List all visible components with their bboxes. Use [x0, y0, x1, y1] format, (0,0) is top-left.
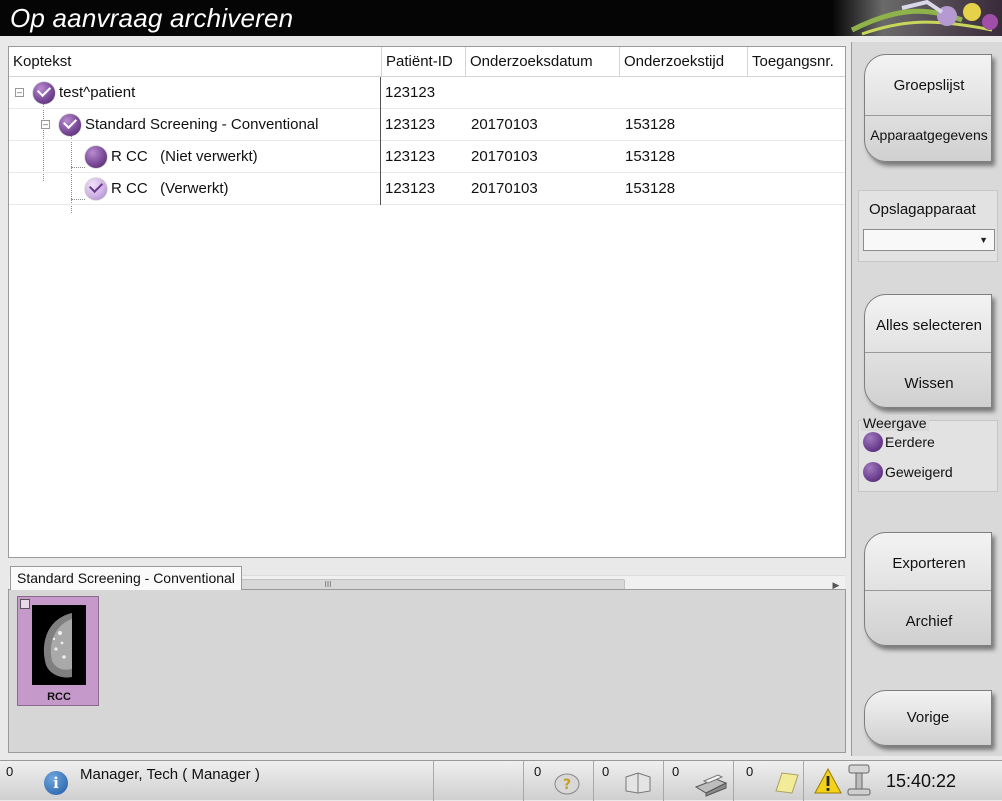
chevron-down-icon[interactable]: ▼: [979, 235, 988, 245]
purple-orb-icon: [863, 432, 883, 452]
status-count: 0: [672, 764, 680, 779]
row-date: 20170103: [471, 148, 538, 165]
status-count: 0: [6, 764, 14, 779]
export-button[interactable]: Exporteren: [865, 555, 991, 572]
status-help-cell[interactable]: 0 ?: [524, 761, 594, 801]
status-empty-cell: [434, 761, 524, 801]
checked-purple-orb-icon[interactable]: [33, 82, 55, 104]
status-notes-cell[interactable]: 0: [734, 761, 804, 801]
legend-item-previous: Eerdere: [863, 431, 935, 453]
table-header: Koptekst Patiënt-ID Onderzoeksdatum Onde…: [9, 47, 845, 77]
row-label: R CC (Verwerkt): [111, 180, 229, 197]
view-label: Weergave: [861, 415, 929, 431]
checked-light-orb-icon[interactable]: [85, 178, 107, 200]
legend-label: Eerdere: [885, 434, 935, 450]
image-thumbnail[interactable]: RCC: [17, 596, 99, 706]
checked-purple-orb-icon[interactable]: [59, 114, 81, 136]
previous-button[interactable]: Vorige: [864, 690, 992, 746]
status-bar: 0 i Manager, Tech ( Manager ) 0 ? 0 0 0: [0, 760, 1002, 801]
table-row[interactable]: – test^patient 123123: [9, 77, 845, 109]
row-label: R CC (Niet verwerkt): [111, 148, 258, 165]
mammogram-image-icon: [32, 605, 86, 685]
column-header-patient-id[interactable]: Patiënt-ID: [381, 47, 465, 77]
storage-device-group: Opslagapparaat ▼: [858, 190, 998, 262]
collapse-icon[interactable]: –: [41, 120, 50, 129]
media-book-icon: [625, 772, 651, 794]
purple-orb-icon[interactable]: [85, 146, 107, 168]
archive-tree-table: Koptekst Patiënt-ID Onderzoeksdatum Onde…: [8, 46, 846, 593]
row-time: 153128: [625, 180, 676, 197]
row-patient-id: 123123: [385, 180, 436, 197]
thumbnail-panel: RCC: [8, 589, 846, 753]
storage-device-label: Opslagapparaat: [869, 201, 976, 218]
status-count: 0: [746, 764, 754, 779]
row-time: 153128: [625, 148, 676, 165]
legend-item-rejected: Geweigerd: [863, 461, 953, 483]
current-user: Manager, Tech ( Manager ): [80, 766, 260, 783]
printer-icon: [694, 774, 728, 797]
svg-text:?: ?: [563, 777, 571, 793]
selection-button-group: Alles selecteren Wissen: [864, 294, 992, 408]
status-media-cell[interactable]: 0: [594, 761, 664, 801]
export-button-group: Exporteren Archief: [864, 532, 992, 646]
group-list-button[interactable]: Groepslijst: [865, 77, 991, 94]
select-all-button[interactable]: Alles selecteren: [865, 317, 991, 334]
button-divider: [865, 115, 991, 116]
status-printer-cell[interactable]: 0: [664, 761, 734, 801]
tab-study[interactable]: Standard Screening - Conventional: [10, 566, 242, 590]
row-date: 20170103: [471, 180, 538, 197]
status-user-cell: 0 i Manager, Tech ( Manager ): [0, 761, 434, 801]
column-divider: [380, 77, 381, 205]
status-count: 0: [534, 764, 542, 779]
storage-device-select[interactable]: ▼: [863, 229, 995, 251]
status-count: 0: [602, 764, 610, 779]
side-panel: Groepslijst Apparaatgegevens Opslagappar…: [851, 42, 1002, 756]
purple-orb-icon: [863, 462, 883, 482]
help-disc-icon: ?: [554, 773, 580, 795]
row-patient-id: 123123: [385, 148, 436, 165]
device-data-button[interactable]: Apparaatgegevens: [865, 127, 991, 143]
warning-icon[interactable]: [814, 767, 842, 795]
collapse-icon[interactable]: –: [15, 88, 24, 97]
info-icon[interactable]: i: [44, 771, 68, 795]
row-time: 153128: [625, 116, 676, 133]
window-title: Op aanvraag archiveren: [10, 3, 294, 33]
table-row[interactable]: R CC (Niet verwerkt) 123123 20170103 153…: [9, 141, 845, 173]
column-header-accession[interactable]: Toegangsnr.: [747, 47, 845, 77]
thumbnail-checkbox[interactable]: [20, 599, 30, 609]
column-header-koptekst[interactable]: Koptekst: [9, 47, 381, 77]
note-icon: [775, 772, 799, 794]
button-divider: [865, 590, 991, 591]
legend-label: Geweigerd: [885, 464, 953, 480]
column-header-study-date[interactable]: Onderzoeksdatum: [465, 47, 619, 77]
row-date: 20170103: [471, 116, 538, 133]
table-row[interactable]: – Standard Screening - Conventional 1231…: [9, 109, 845, 141]
row-label: Standard Screening - Conventional: [85, 116, 319, 133]
view-legend-group: Weergave Eerdere Geweigerd: [858, 415, 998, 492]
column-header-study-time[interactable]: Onderzoekstijd: [619, 47, 747, 77]
button-divider: [865, 352, 991, 353]
thumbnail-label: RCC: [47, 691, 71, 703]
row-patient-id: 123123: [385, 84, 436, 101]
flower-banner-icon: [832, 0, 1002, 36]
workstation-icon[interactable]: [846, 763, 872, 799]
archive-button[interactable]: Archief: [865, 613, 991, 630]
title-bar: Op aanvraag archiveren: [0, 0, 1002, 36]
row-label: test^patient: [59, 84, 136, 101]
table-row[interactable]: R CC (Verwerkt) 123123 20170103 153128: [9, 173, 845, 205]
row-patient-id: 123123: [385, 116, 436, 133]
list-button-group: Groepslijst Apparaatgegevens: [864, 54, 992, 162]
clock: 15:40:22: [886, 771, 957, 791]
clear-button[interactable]: Wissen: [865, 375, 991, 392]
